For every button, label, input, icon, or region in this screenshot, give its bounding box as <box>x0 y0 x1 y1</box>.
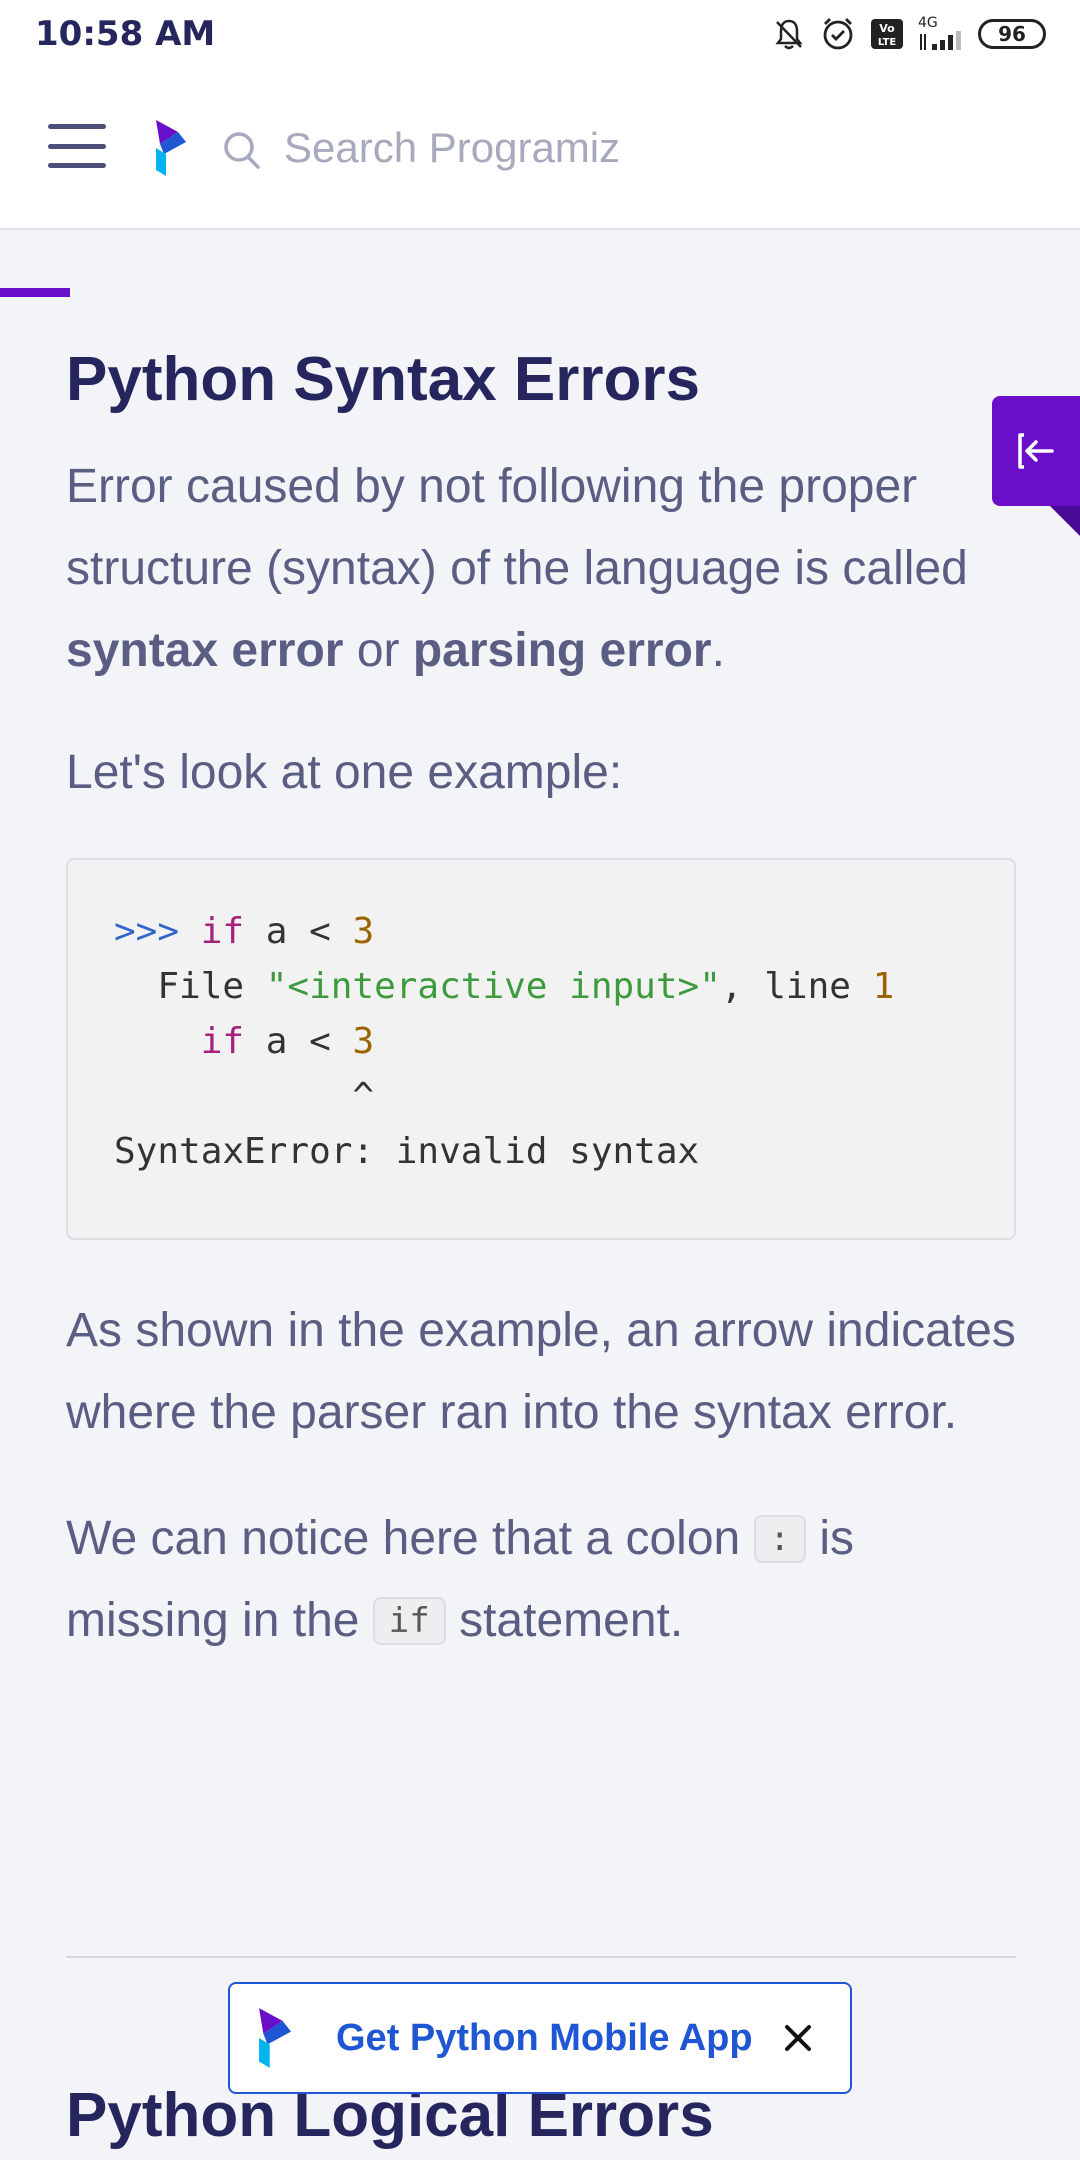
code-line: >>> if a < 3 <box>114 904 1014 959</box>
example-intro-paragraph: Let's look at one example: <box>66 746 623 799</box>
programiz-logo-icon[interactable] <box>152 118 188 178</box>
page-title: Python Syntax Errors <box>66 345 700 414</box>
code-number: 1 <box>872 966 895 1007</box>
intro-text: Error caused by not following the proper… <box>66 460 968 595</box>
note-text: We can notice here that a colon <box>66 1512 754 1565</box>
code-prompt: >>> <box>114 911 201 952</box>
section-divider <box>66 1956 1016 1958</box>
battery-icon: 96 <box>978 19 1046 49</box>
get-app-label[interactable]: Get Python Mobile App <box>336 2017 753 2060</box>
volte-icon: Vo LTE <box>871 19 903 49</box>
bell-muted-icon <box>775 19 803 50</box>
svg-text:LTE: LTE <box>878 37 897 48</box>
parsing-error-term: parsing error <box>412 624 712 677</box>
code-caret-line: ^ <box>114 1076 375 1117</box>
syntax-error-term: syntax error <box>66 624 344 677</box>
code-line: File "<interactive input>", line 1 <box>114 959 1014 1014</box>
intro-text: or <box>343 624 413 677</box>
code-line: if a < 3 <box>114 1014 1014 1069</box>
menu-icon-bar <box>48 143 106 149</box>
status-icons: Vo LTE 4G 96 <box>772 14 1046 54</box>
intro-text: . <box>711 624 725 677</box>
status-bar: 10:58 AM Vo LTE 4G 96 <box>0 0 1080 68</box>
battery-level: 96 <box>998 22 1026 46</box>
code-text: , line <box>720 966 873 1007</box>
side-tab-fold-decoration <box>1050 506 1080 536</box>
exit-panel-icon <box>1018 433 1054 469</box>
code-number: 3 <box>352 1021 375 1062</box>
article-content: Python Syntax Errors Error caused by not… <box>66 230 1016 1662</box>
search-icon[interactable] <box>222 130 262 170</box>
signal-icon <box>920 31 961 50</box>
code-string: "<interactive input>" <box>265 966 721 1007</box>
top-navbar <box>0 68 1080 297</box>
code-block: >>> if a < 3 File "<interactive input>",… <box>66 858 1016 1240</box>
close-icon[interactable] <box>783 2023 813 2053</box>
get-app-banner[interactable]: Get Python Mobile App <box>228 1982 852 2094</box>
alarm-icon <box>823 18 853 50</box>
code-text: a < <box>244 911 353 952</box>
colon-note-paragraph: We can notice here that a colon : is mis… <box>66 1498 1016 1662</box>
inline-code-if: if <box>372 1597 446 1645</box>
reading-progress-fill <box>0 288 71 297</box>
status-time: 10:58 AM <box>35 14 216 54</box>
note-text: statement. <box>445 1594 684 1647</box>
intro-paragraph: Error caused by not following the proper… <box>66 446 1016 692</box>
menu-icon-bar <box>48 163 106 168</box>
code-error-line: SyntaxError: invalid syntax <box>114 1131 700 1172</box>
programiz-logo-icon <box>259 2008 292 2068</box>
code-keyword: if <box>200 1021 245 1062</box>
explanation-paragraph: As shown in the example, an arrow indica… <box>66 1304 1016 1439</box>
svg-text:Vo: Vo <box>879 22 895 35</box>
code-text: File <box>114 966 266 1007</box>
code-number: 3 <box>352 911 375 952</box>
network-type-label: 4G <box>918 15 938 31</box>
signal-group: 4G <box>918 16 964 52</box>
search-input[interactable] <box>284 116 884 180</box>
code-keyword: if <box>200 911 245 952</box>
menu-icon-bar <box>48 124 106 129</box>
menu-button[interactable] <box>48 124 106 168</box>
code-text: a < <box>244 1021 353 1062</box>
inline-code-colon: : <box>753 1515 807 1563</box>
